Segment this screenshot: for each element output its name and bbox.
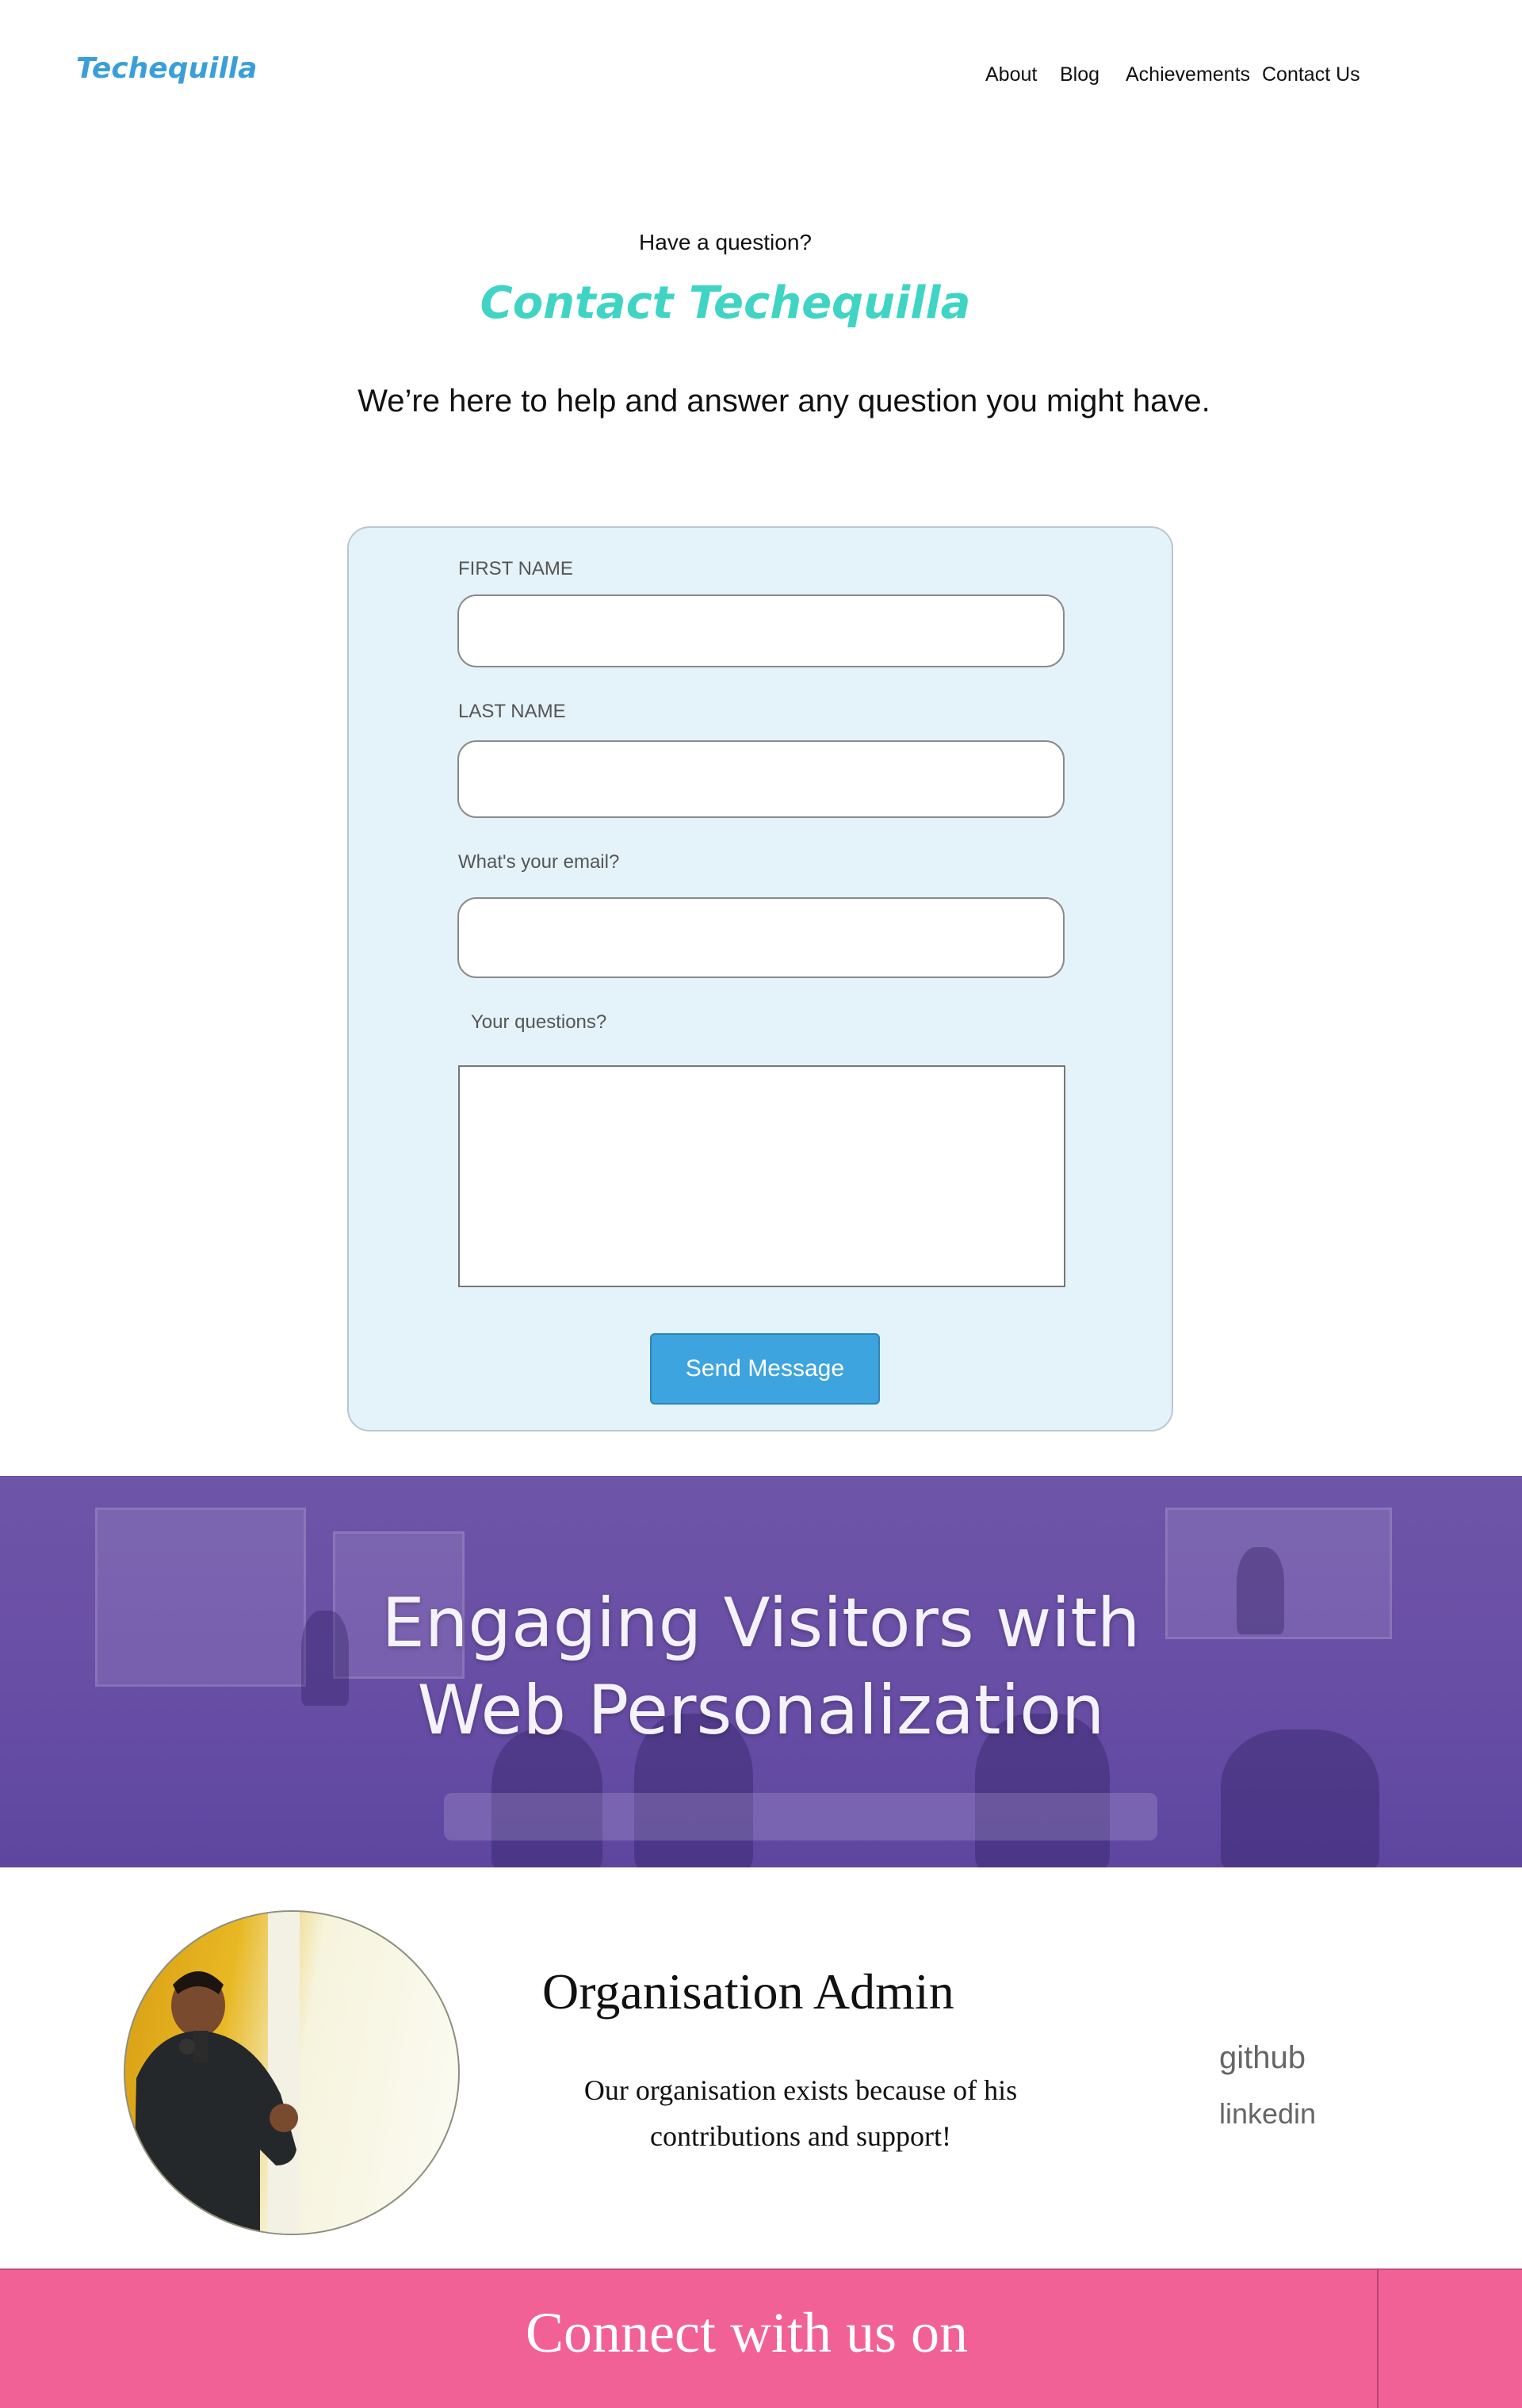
last-name-label: LAST NAME	[458, 701, 566, 722]
nav-achievements[interactable]: Achievements	[1126, 63, 1250, 86]
last-name-field[interactable]	[457, 740, 1065, 818]
banner-heading-line-1: Engaging Visitors with	[381, 1584, 1141, 1663]
send-message-button[interactable]: Send Message	[650, 1333, 880, 1405]
first-name-field[interactable]	[457, 594, 1065, 667]
hero-subtitle: We’re here to help and answer any questi…	[358, 384, 1210, 419]
github-link[interactable]: github	[1219, 2040, 1306, 2076]
first-name-label: FIRST NAME	[458, 558, 573, 579]
admin-avatar	[124, 1910, 460, 2235]
questions-textarea[interactable]	[458, 1065, 1065, 1287]
admin-description: Our organisation exists because of his c…	[583, 2074, 1018, 2152]
admin-photo-figure	[133, 1912, 300, 2234]
linkedin-link[interactable]: linkedin	[1219, 2097, 1316, 2131]
nav-contact-us[interactable]: Contact Us	[1262, 63, 1360, 86]
admin-title: Organisation Admin	[542, 1963, 954, 2020]
footer-heading: Connect with us on	[526, 2301, 968, 2364]
nav-about[interactable]: About	[985, 63, 1037, 86]
email-label: What's your email?	[458, 851, 620, 873]
brand-logo[interactable]: Techequilla	[76, 52, 257, 85]
page-title: Contact Techequilla	[480, 277, 971, 329]
questions-label: Your questions?	[471, 1011, 607, 1033]
nav-blog[interactable]: Blog	[1060, 63, 1099, 86]
email-field[interactable]	[457, 897, 1065, 978]
banner-heading-line-2: Web Personalization	[417, 1671, 1105, 1750]
hero-eyebrow: Have a question?	[639, 230, 812, 254]
